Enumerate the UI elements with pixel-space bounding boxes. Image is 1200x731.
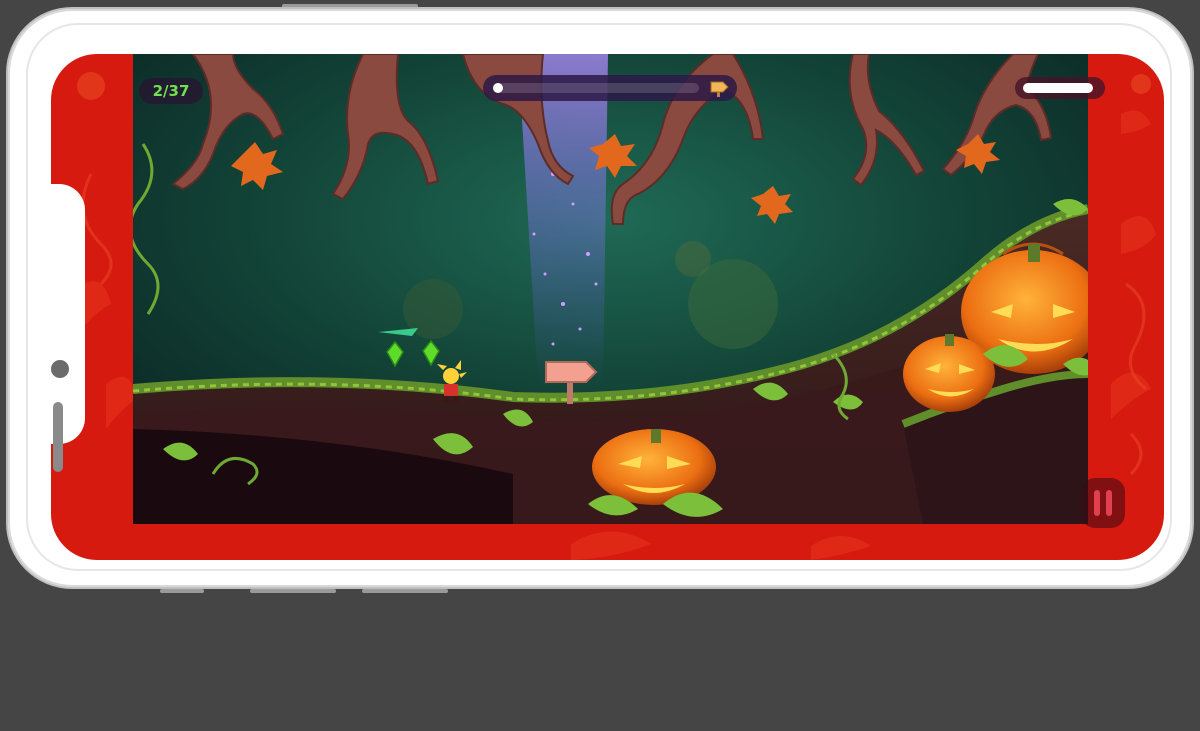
pause-icon-bar	[1106, 490, 1112, 516]
phone-bottom-button-1	[160, 589, 204, 593]
progress-fill	[493, 83, 503, 93]
forest-scene	[133, 54, 1088, 524]
speaker-grille	[53, 402, 63, 472]
gems-counter: 2/37	[139, 78, 203, 104]
phone-bottom-button-3	[362, 589, 448, 593]
progress-track	[493, 83, 699, 93]
goal-arrow-icon	[710, 81, 729, 97]
energy-fill	[1023, 83, 1093, 93]
camera-icon	[51, 360, 69, 378]
pause-icon	[1094, 490, 1100, 516]
pause-button[interactable]	[1081, 478, 1125, 528]
phone-bottom-button-2	[250, 589, 336, 593]
phone-frame: 2/37	[8, 9, 1192, 587]
phone-notch	[51, 184, 85, 472]
game-screen[interactable]: 2/37	[51, 54, 1164, 560]
energy-bar	[1015, 77, 1105, 99]
game-playfield[interactable]	[133, 54, 1088, 524]
level-progress-bar	[483, 75, 737, 101]
